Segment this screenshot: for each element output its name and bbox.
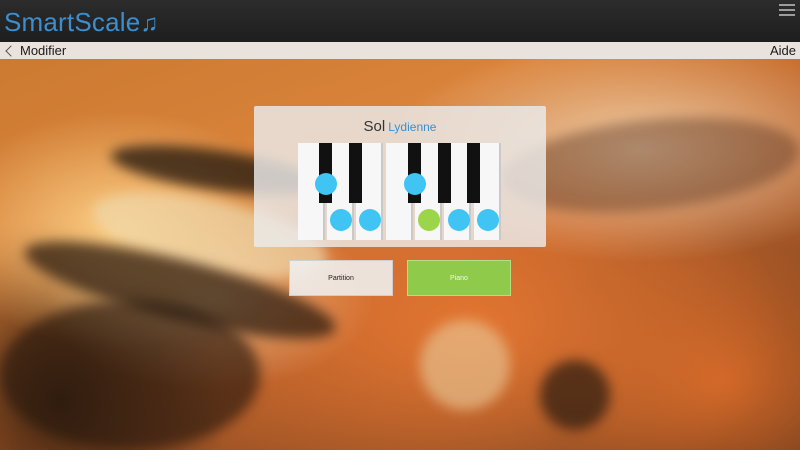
partition-button[interactable]: Partition (289, 260, 393, 296)
piano-button[interactable]: Piano (407, 260, 511, 296)
music-note-icon: ♫ (140, 10, 159, 37)
scale-root: Sol (363, 118, 386, 135)
back-label: Modifier (20, 43, 67, 58)
scale-mode: Lydienne (388, 120, 437, 134)
black-key (438, 143, 451, 203)
scale-note-dot (330, 209, 352, 231)
hamburger-icon[interactable] (779, 4, 795, 20)
scale-title: Sol Lydienne (254, 118, 546, 135)
root-note-dot (418, 209, 440, 231)
chevron-left-icon (5, 44, 17, 57)
modifier-back-button[interactable]: Modifier (2, 42, 66, 59)
scale-note-dot (477, 209, 499, 231)
title-bar: SmartScale♫ (0, 0, 800, 42)
black-key (349, 143, 362, 203)
help-button[interactable]: Aide (770, 43, 796, 58)
piano-keyboard (298, 143, 503, 240)
scale-note-dot (359, 209, 381, 231)
navigation-bar: Modifier Aide (0, 42, 800, 59)
app-title-text: SmartScale (4, 7, 141, 37)
scale-note-dot (404, 173, 426, 195)
scale-note-dot (448, 209, 470, 231)
app-title: SmartScale♫ (4, 7, 159, 38)
scale-note-dot (315, 173, 337, 195)
black-key (467, 143, 480, 203)
